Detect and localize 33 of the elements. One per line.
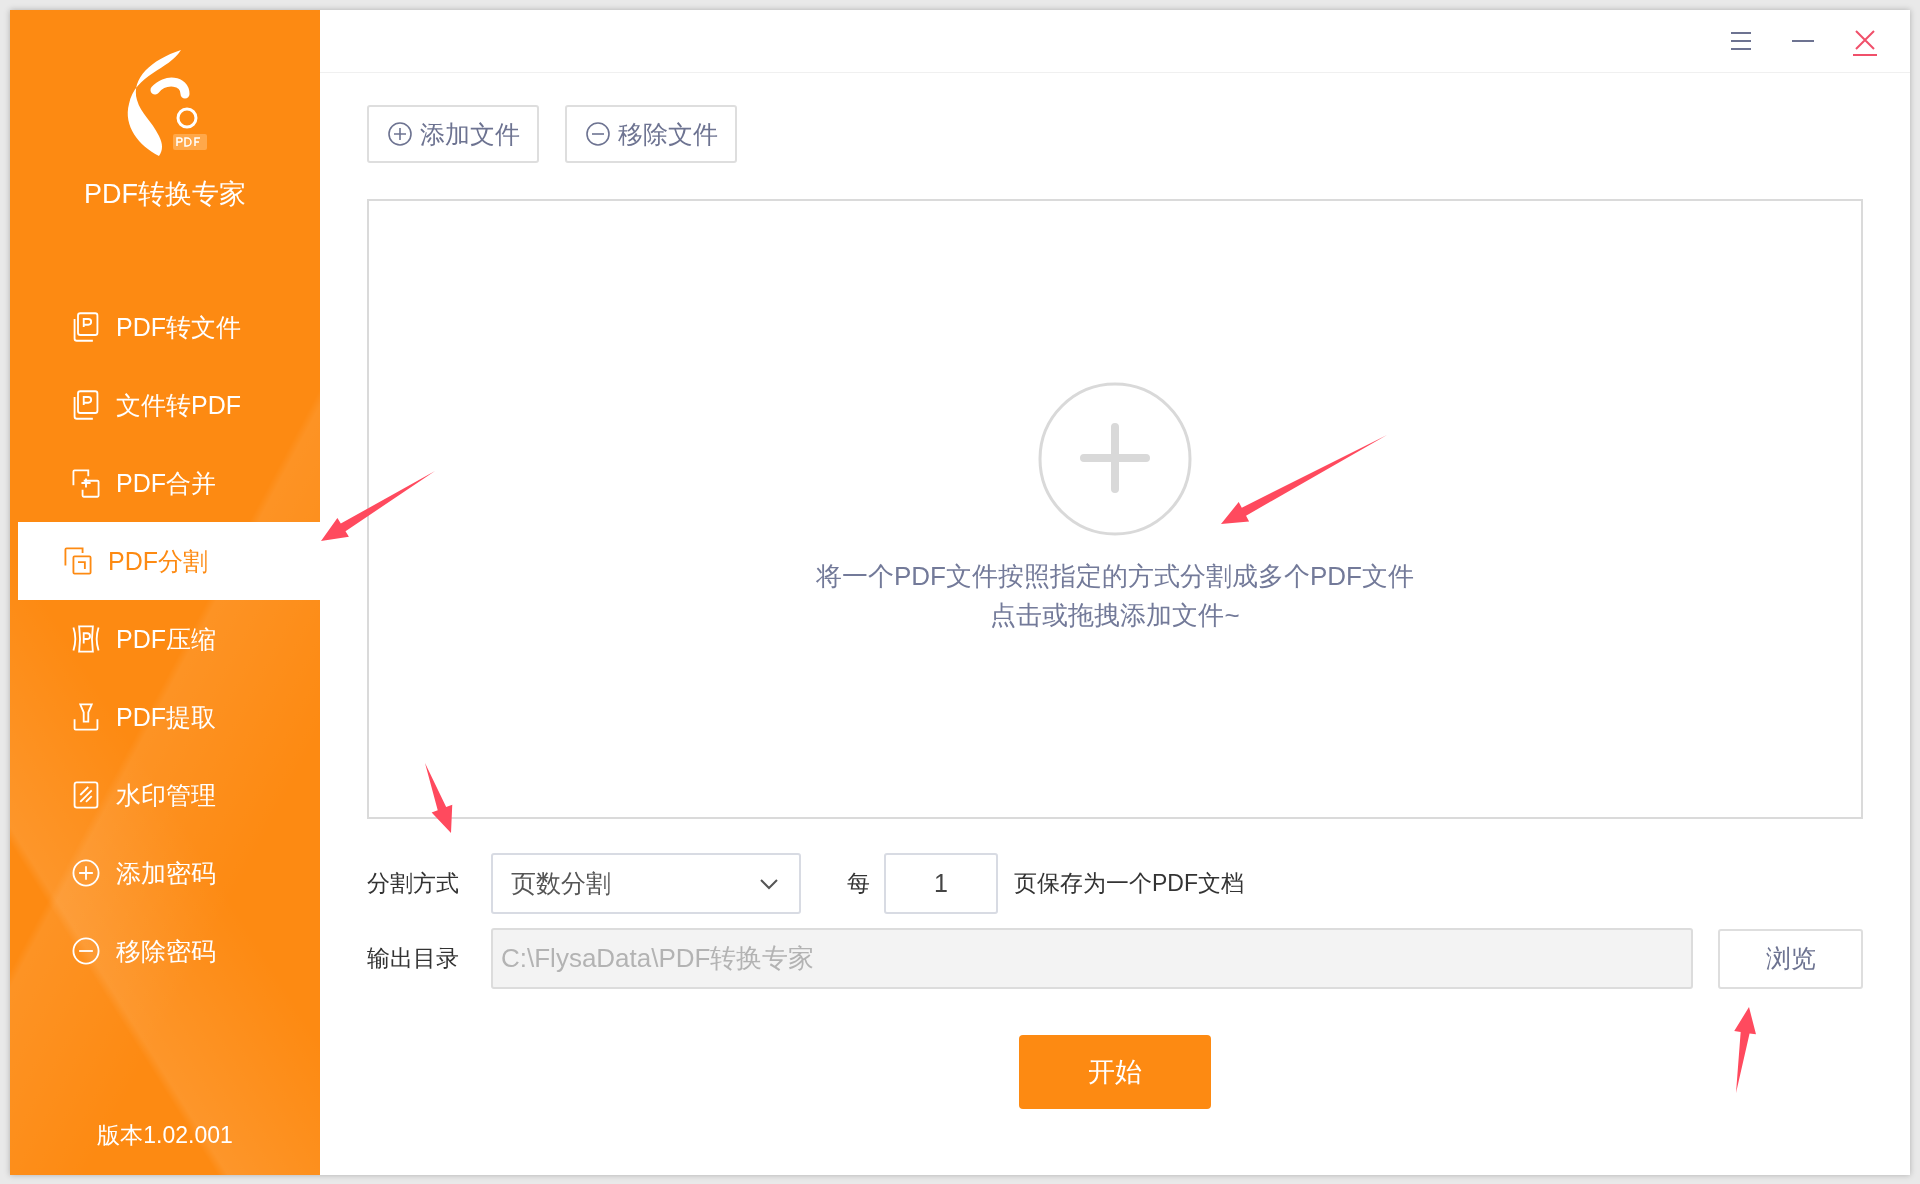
toolbar-button[interactable]: 移除文件 bbox=[565, 105, 737, 163]
compress-icon bbox=[70, 623, 102, 655]
per-label: 每 bbox=[847, 869, 870, 898]
sidebar-item[interactable]: PDF压缩 bbox=[18, 600, 320, 678]
app-name: PDF转换专家 bbox=[84, 178, 246, 211]
version-label: 版本1.02.001 bbox=[97, 1121, 233, 1150]
annotation-arrow bbox=[425, 763, 453, 833]
toolbar-button[interactable]: 添加文件 bbox=[367, 105, 539, 163]
browse-button[interactable]: 浏览 bbox=[1718, 928, 1863, 989]
drop-hint: 点击或拖拽添加文件~ bbox=[990, 599, 1240, 632]
sidebar-item[interactable]: PDF分割 bbox=[18, 522, 320, 600]
per-suffix-label: 页保存为一个PDF文档 bbox=[1014, 869, 1244, 898]
start-button[interactable]: 开始 bbox=[1019, 1035, 1211, 1109]
output-dir-label: 输出目录 bbox=[367, 944, 460, 973]
split-mode-label: 分割方式 bbox=[367, 869, 460, 898]
split-mode-dropdown[interactable]: 页数分割 bbox=[491, 853, 801, 914]
merge-icon bbox=[70, 467, 102, 499]
sidebar-item[interactable]: PDF转文件 bbox=[18, 288, 320, 366]
split-icon bbox=[62, 545, 94, 577]
sidebar-item[interactable]: 水印管理 bbox=[18, 756, 320, 834]
minus-circle-icon bbox=[70, 935, 102, 967]
drop-zone[interactable]: 将一个PDF文件按照指定的方式分割成多个PDF文件 点击或拖拽添加文件~ bbox=[367, 199, 1863, 819]
plus-circle-icon bbox=[70, 857, 102, 889]
plus-circle-icon bbox=[386, 120, 414, 148]
sidebar-item[interactable]: PDF提取 bbox=[18, 678, 320, 756]
minus-circle-icon bbox=[584, 120, 612, 148]
sidebar-item[interactable]: 添加密码 bbox=[18, 834, 320, 912]
drop-hint: 将一个PDF文件按照指定的方式分割成多个PDF文件 bbox=[816, 560, 1414, 593]
page-count-field[interactable]: 1 bbox=[884, 853, 998, 914]
sidebar-item[interactable]: 文件转PDF bbox=[18, 366, 320, 444]
sidebar-item[interactable]: PDF合并 bbox=[18, 444, 320, 522]
output-path-field[interactable]: C:\FlysaData\PDF转换专家 bbox=[491, 928, 1693, 989]
sidebar-item[interactable]: 移除密码 bbox=[18, 912, 320, 990]
